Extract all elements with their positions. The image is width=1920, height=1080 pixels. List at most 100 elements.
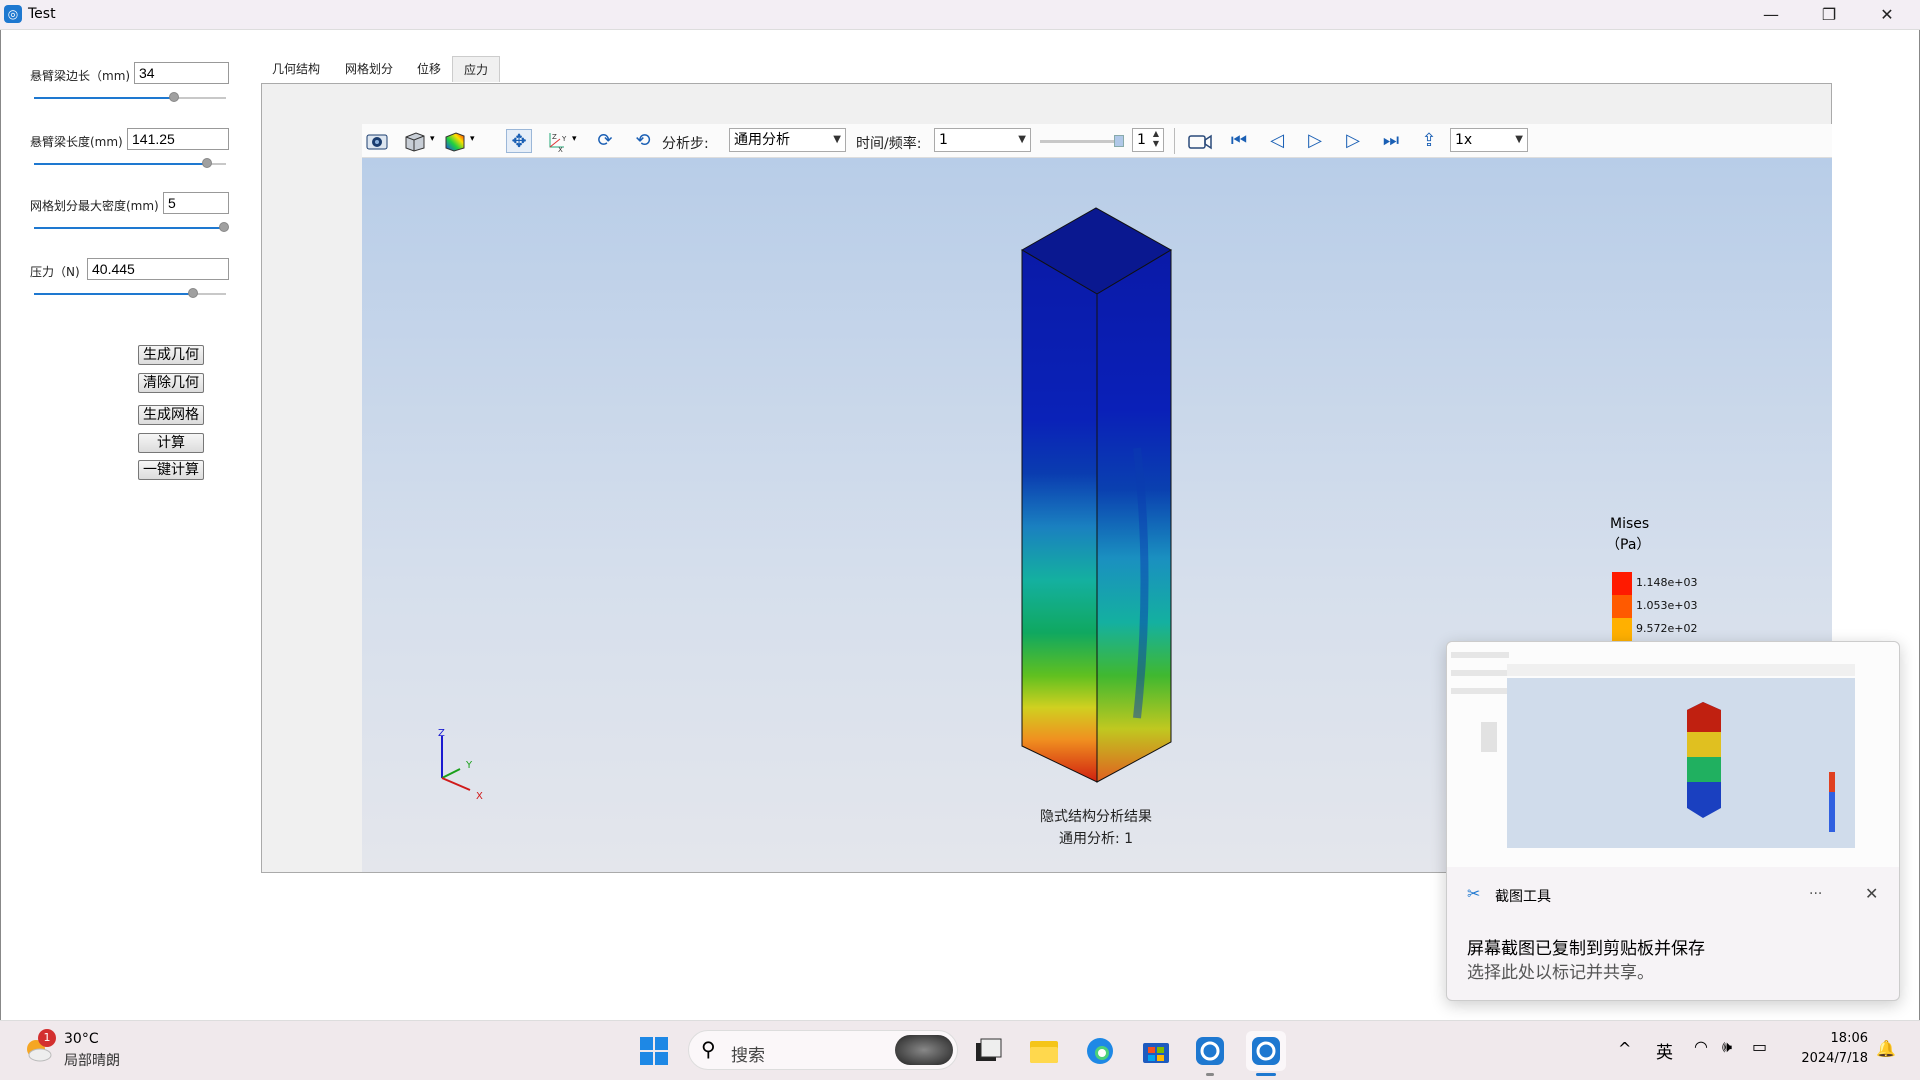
axis-y-line	[441, 768, 461, 779]
record-video-icon[interactable]	[1186, 129, 1212, 153]
tab-mesh[interactable]: 网格划分	[338, 56, 400, 82]
notification-title: 屏幕截图已复制到剪贴板并保存	[1467, 939, 1705, 959]
param-label-length: 悬臂梁长度(mm)	[30, 135, 123, 149]
mesh-density-slider-thumb[interactable]	[219, 222, 229, 232]
legend-unit: （Pa）	[1606, 537, 1651, 553]
show-hidden-icons-chevron[interactable]: ^	[1618, 1039, 1631, 1058]
view-cube-dropdown-icon[interactable]: ▾	[430, 134, 435, 144]
axis-view-icon[interactable]: ZYX	[544, 129, 570, 154]
edge-browser-icon[interactable]	[1080, 1031, 1120, 1071]
analysis-step-value: 通用分析	[734, 132, 790, 148]
frame-slider-thumb[interactable]	[1114, 135, 1124, 147]
tab-displacement[interactable]: 位移	[410, 56, 448, 82]
frame-slider-track[interactable]	[1040, 140, 1124, 143]
temperature[interactable]: 30°C	[64, 1031, 99, 1047]
wifi-icon[interactable]: ◠	[1694, 1037, 1708, 1056]
export-icon[interactable]: ⇪	[1416, 129, 1442, 153]
side-length-slider-fill	[34, 97, 174, 99]
app-logo-taskbar-icon-active[interactable]	[1246, 1031, 1286, 1071]
one-click-compute-button[interactable]: 一键计算	[138, 460, 204, 480]
legend-label: 1.148e+03	[1636, 576, 1698, 589]
play-icon[interactable]: ▷	[1302, 129, 1328, 153]
search-highlight-image[interactable]	[895, 1035, 953, 1065]
chevron-down-icon: ▼	[1018, 134, 1026, 145]
more-options-button[interactable]: ···	[1809, 886, 1822, 902]
legend-label: 1.053e+03	[1636, 599, 1698, 612]
axis-x-label: X	[476, 791, 483, 802]
axis-x-line	[441, 777, 471, 791]
rotate-cw-icon[interactable]: ⟳	[592, 129, 618, 153]
clock-date[interactable]: 2024/7/18	[1796, 1051, 1868, 1066]
previous-frame-icon[interactable]: ◁	[1264, 129, 1290, 153]
next-frame-icon[interactable]: ▷	[1340, 129, 1366, 153]
force-input[interactable]: 40.445	[87, 258, 229, 280]
tab-stress[interactable]: 应力	[452, 56, 500, 82]
length-slider-thumb[interactable]	[202, 158, 212, 168]
color-map-dropdown-icon[interactable]: ▾	[470, 134, 475, 144]
snipping-tool-notification[interactable]: ✂ 截图工具 ··· ✕ 屏幕截图已复制到剪贴板并保存 选择此处以标记并共享。	[1446, 641, 1900, 1001]
color-map-icon[interactable]	[442, 129, 468, 153]
pan-move-icon[interactable]: ✥	[506, 129, 532, 153]
time-frequency-select[interactable]: 1 ▼	[934, 128, 1031, 152]
analysis-step-select[interactable]: 通用分析 ▼	[729, 128, 846, 152]
tab-geometry[interactable]: 几何结构	[266, 56, 326, 82]
maximize-button[interactable]: ❐	[1800, 0, 1858, 30]
generate-mesh-button[interactable]: 生成网格	[138, 405, 204, 425]
start-menu-icon[interactable]	[634, 1031, 674, 1071]
param-label-side-length: 悬臂梁边长（mm)	[30, 69, 131, 83]
view-cube-icon[interactable]	[402, 129, 428, 153]
screenshot-thumbnail[interactable]	[1447, 642, 1899, 867]
legend-swatch	[1612, 618, 1632, 641]
svg-text:X: X	[558, 146, 563, 153]
microsoft-store-icon[interactable]	[1136, 1031, 1176, 1071]
clear-geometry-button[interactable]: 清除几何	[138, 373, 204, 393]
volume-icon[interactable]: 🕪	[1722, 1037, 1732, 1057]
first-frame-icon[interactable]: ⏮	[1226, 129, 1252, 153]
time-frequency-label: 时间/频率:	[856, 136, 922, 152]
search-icon: ⚲	[701, 1037, 716, 1061]
rotate-ccw-icon[interactable]: ⟲	[630, 129, 656, 153]
side-length-slider-thumb[interactable]	[169, 92, 179, 102]
time-frequency-value: 1	[939, 132, 948, 148]
mesh-density-input[interactable]: 5	[163, 192, 229, 214]
notification-app-name: 截图工具	[1495, 889, 1551, 905]
weather-description[interactable]: 局部晴朗	[64, 1050, 120, 1070]
weather-badge: 1	[38, 1029, 56, 1047]
clock-time[interactable]: 18:06	[1808, 1031, 1868, 1046]
axis-view-dropdown-icon[interactable]: ▾	[572, 134, 577, 144]
axis-y-label: Y	[466, 760, 473, 771]
minimize-button[interactable]: —	[1742, 0, 1800, 30]
close-button[interactable]: ✕	[1858, 0, 1916, 30]
notification-bell-icon[interactable]: 🔔	[1876, 1039, 1896, 1058]
force-slider-thumb[interactable]	[188, 288, 198, 298]
running-indicator	[1206, 1073, 1214, 1076]
param-label-force: 压力（N)	[30, 265, 80, 279]
playback-speed-select[interactable]: 1x ▼	[1450, 128, 1528, 152]
camera-icon[interactable]	[364, 129, 390, 153]
frame-spinbox-value: 1	[1137, 132, 1146, 148]
playback-speed-value: 1x	[1455, 132, 1473, 148]
compute-button[interactable]: 计算	[138, 433, 204, 453]
taskbar: 1 30°C 局部晴朗 ⚲ 搜索 ^ 英 ◠ 🕪 ▭ 18:06 2024/7/…	[0, 1020, 1920, 1080]
frame-spinbox[interactable]: 1 ▲ ▼	[1132, 128, 1164, 152]
ime-indicator[interactable]: 英	[1656, 1038, 1673, 1063]
battery-icon[interactable]: ▭	[1752, 1037, 1767, 1056]
notification-close-button[interactable]: ✕	[1865, 884, 1878, 903]
last-frame-icon[interactable]: ⏭	[1378, 129, 1404, 153]
task-view-icon[interactable]	[968, 1031, 1008, 1071]
side-length-input[interactable]: 34	[134, 62, 229, 84]
generate-geometry-button[interactable]: 生成几何	[138, 345, 204, 365]
search-placeholder: 搜索	[731, 1046, 765, 1066]
active-indicator	[1256, 1073, 1276, 1076]
mesh-density-slider-fill	[34, 227, 224, 229]
taskbar-search-box[interactable]: ⚲ 搜索	[688, 1030, 958, 1070]
legend-swatch	[1612, 595, 1632, 618]
file-explorer-icon[interactable]	[1024, 1031, 1064, 1071]
title-bar: ◎ Test — ❐ ✕	[0, 0, 1920, 30]
analysis-step-label: 分析步:	[662, 136, 709, 152]
app-logo-taskbar-icon[interactable]	[1190, 1031, 1230, 1071]
spin-arrows-icon[interactable]: ▲ ▼	[1153, 129, 1159, 149]
length-input[interactable]: 141.25	[127, 128, 229, 150]
axis-z-label: Z	[438, 728, 445, 739]
svg-text:Y: Y	[561, 135, 567, 143]
